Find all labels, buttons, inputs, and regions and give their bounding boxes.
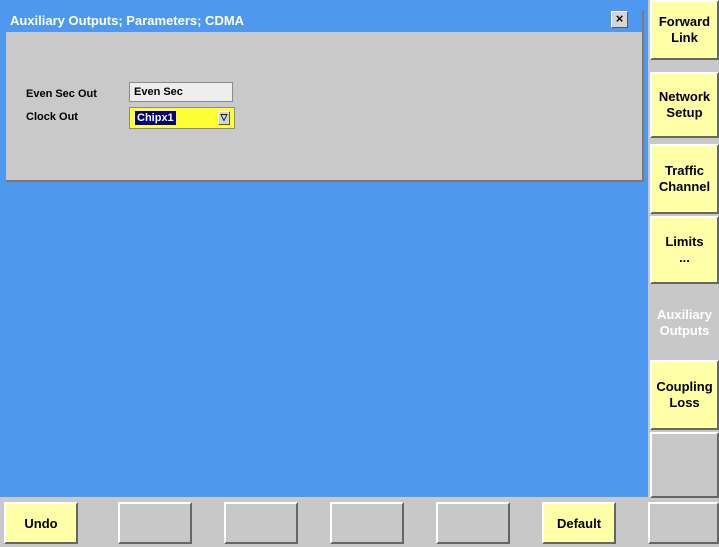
softkey-forward-link[interactable]: Forward Link <box>650 0 719 60</box>
softkey-network-setup[interactable]: Network Setup <box>650 72 719 138</box>
dialog-title: Auxiliary Outputs; Parameters; CDMA <box>6 10 642 32</box>
bottom-softkey-3[interactable] <box>224 502 298 544</box>
softkey-blank[interactable] <box>650 432 719 498</box>
even-sec-out-field[interactable]: Even Sec <box>129 82 233 102</box>
default-button[interactable]: Default <box>542 502 616 544</box>
main-display-area: Auxiliary Outputs; Parameters; CDMA × Ev… <box>0 0 648 497</box>
even-sec-out-label: Even Sec Out <box>26 88 97 100</box>
dropdown-arrow-icon[interactable]: ▽ <box>218 111 230 125</box>
softkey-coupling-loss[interactable]: Coupling Loss <box>650 360 719 430</box>
bottom-softkey-7[interactable] <box>648 502 719 544</box>
bottom-softkey-4[interactable] <box>330 502 404 544</box>
parameters-dialog: Auxiliary Outputs; Parameters; CDMA × Ev… <box>6 10 644 182</box>
bottom-softkey-5[interactable] <box>436 502 510 544</box>
clock-out-label: Clock Out <box>26 111 78 123</box>
clock-out-value: Chipx1 <box>135 111 176 125</box>
softkey-auxiliary-outputs[interactable]: Auxiliary Outputs <box>650 288 719 358</box>
softkey-limits[interactable]: Limits ... <box>650 216 719 284</box>
softkey-traffic-channel[interactable]: Traffic Channel <box>650 144 719 214</box>
clock-out-select[interactable]: Chipx1 ▽ <box>129 107 235 129</box>
undo-button[interactable]: Undo <box>4 502 78 544</box>
bottom-softkey-2[interactable] <box>118 502 192 544</box>
close-icon[interactable]: × <box>611 11 628 28</box>
